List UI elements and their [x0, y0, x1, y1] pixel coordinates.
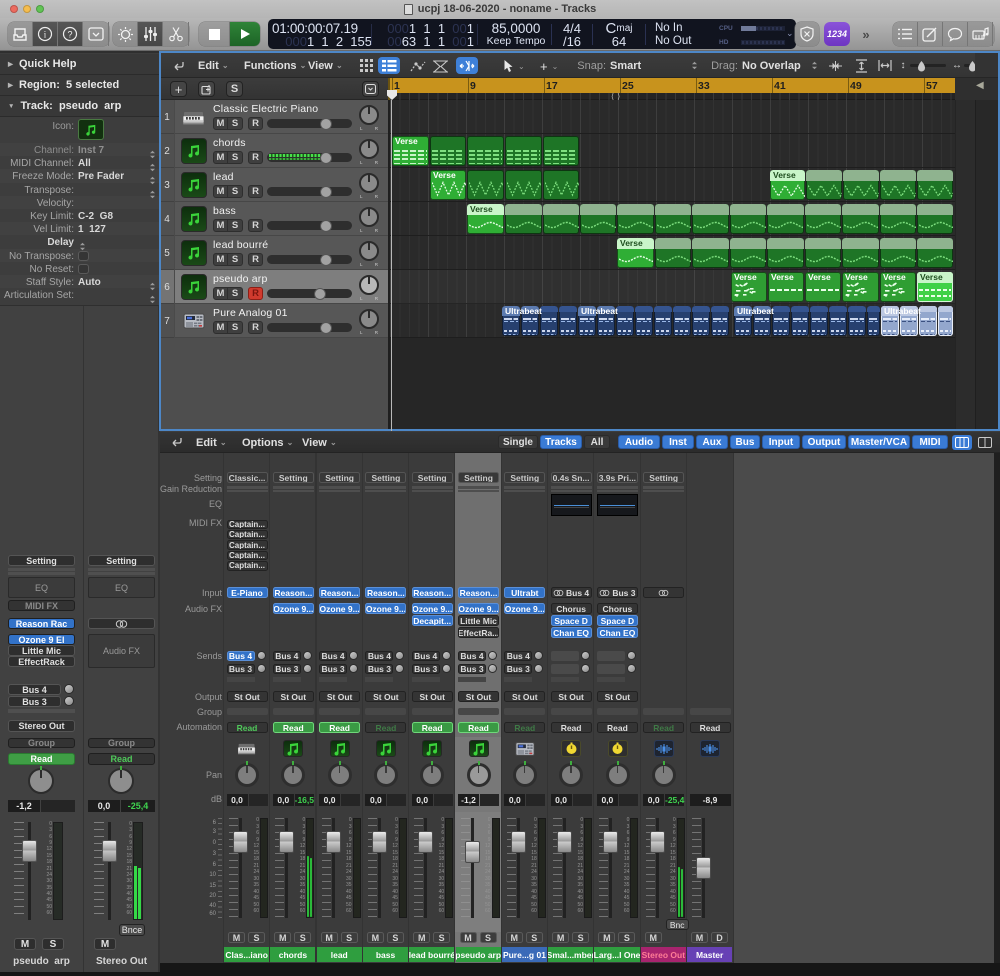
svg-text:?: ? [67, 30, 72, 40]
svg-text:i: i [44, 30, 47, 40]
